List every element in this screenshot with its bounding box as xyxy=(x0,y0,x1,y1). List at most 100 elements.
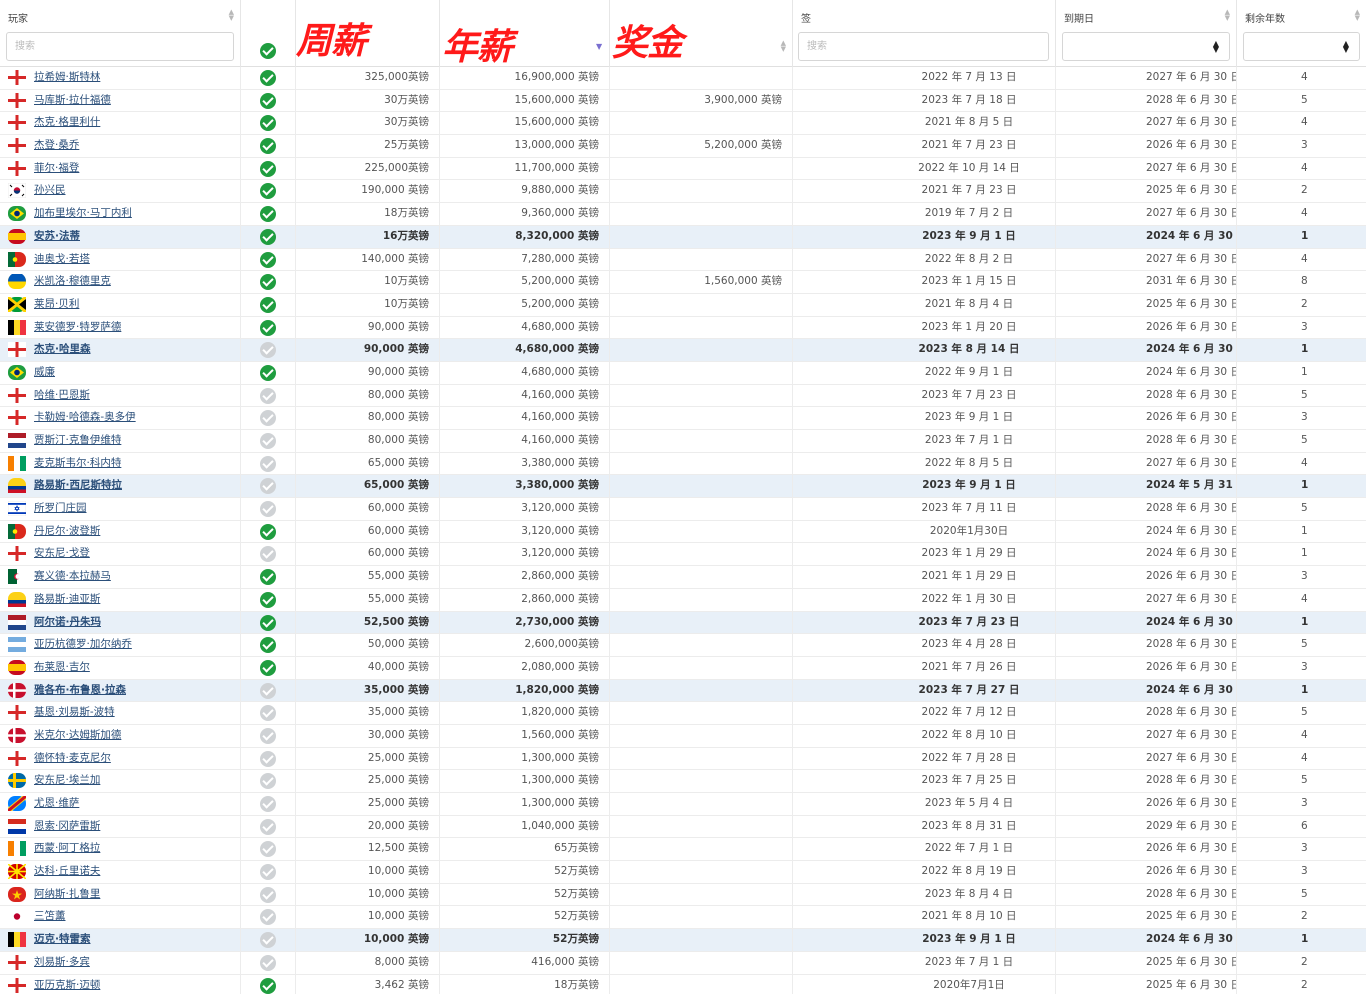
cell-player: 菲尔·福登 xyxy=(0,157,241,180)
player-link[interactable]: 安东尼·埃兰加 xyxy=(34,774,100,786)
player-link[interactable]: 杰登·桑乔 xyxy=(34,139,79,151)
cell-years-left: 5 xyxy=(1301,774,1308,787)
player-link[interactable]: 所罗门庄园 xyxy=(34,502,87,514)
cell-signed: 2021 年 7 月 26 日 xyxy=(793,656,1056,679)
column-signed-label: 签 xyxy=(801,14,811,25)
player-link[interactable]: 贾斯汀·克鲁伊维特 xyxy=(34,434,121,446)
cell-expires: 2025 年 6 月 30 日 xyxy=(1056,951,1237,974)
player-link[interactable]: 迈克·特雷索 xyxy=(34,933,91,945)
cell-player: 刘易斯·多宾 xyxy=(0,951,241,974)
player-link[interactable]: 雅各布·布鲁恩·拉森 xyxy=(34,684,126,696)
table-row: 恩索·冈萨雷斯 20,000 英镑 1,040,000 英镑 2023 年 8 月 3… xyxy=(0,815,1366,839)
cell-years-left: 5 xyxy=(1301,638,1308,651)
player-link[interactable]: 德怀特·麦克尼尔 xyxy=(34,752,111,764)
cell-weekly-wage: 30,000 英镑 xyxy=(296,724,440,747)
cell-active xyxy=(241,588,296,611)
player-link[interactable]: 莱安德罗·特罗萨德 xyxy=(34,321,121,333)
signed-search-input[interactable] xyxy=(799,33,1048,60)
cell-annual-wage: 2,080,000 英镑 xyxy=(440,656,610,679)
player-search-input[interactable] xyxy=(7,33,233,60)
expires-select[interactable]: ▲ ▼ xyxy=(1062,32,1230,61)
cell-bonus xyxy=(610,180,793,203)
player-link[interactable]: 达科·丘里诺夫 xyxy=(34,865,100,877)
cell-active xyxy=(241,793,296,815)
player-link[interactable]: 杰克·哈里森 xyxy=(34,343,91,355)
player-link[interactable]: 亚历杭德罗·加尔纳乔 xyxy=(34,638,132,650)
player-link[interactable]: 安苏·法蒂 xyxy=(34,230,80,242)
player-link[interactable]: 阿尔诺·丹朱玛 xyxy=(34,616,101,628)
cell-weekly-wage: 40,000 英镑 xyxy=(296,656,440,679)
cell-signed: 2023 年 9 月 1 日 xyxy=(793,475,1056,498)
cell-bonus xyxy=(610,316,793,339)
check-filter-icon[interactable] xyxy=(260,43,276,59)
player-link[interactable]: 卡勒姆·哈德森-奥多伊 xyxy=(34,411,136,423)
years-left-select[interactable]: ▲ ▼ xyxy=(1243,32,1360,61)
player-link[interactable]: 恩索·冈萨雷斯 xyxy=(34,820,100,832)
player-link[interactable]: 麦克斯韦尔·科内特 xyxy=(34,457,121,469)
sort-icon[interactable]: ▲ ▼ xyxy=(229,9,234,22)
player-link[interactable]: 路易斯·西尼斯特拉 xyxy=(34,479,122,491)
player-link[interactable]: 杰克·格里利什 xyxy=(34,116,100,128)
cell-weekly-wage: 10,000 英镑 xyxy=(296,906,440,929)
cell-expires: 2028 年 6 月 30 日 xyxy=(1056,634,1237,656)
player-link[interactable]: 加布里埃尔·马丁内利 xyxy=(34,207,132,219)
player-link[interactable]: 三笘薰 xyxy=(34,910,66,922)
player-link[interactable]: 安东尼·戈登 xyxy=(34,547,90,559)
player-link[interactable]: 丹尼尔·波登斯 xyxy=(34,525,100,537)
cell-years-left: 5 xyxy=(1301,502,1308,515)
player-link[interactable]: 亚历克斯·迈顿 xyxy=(34,979,100,991)
cell-years-left: 5 xyxy=(1301,706,1308,719)
sort-icon[interactable]: ▲ ▼ xyxy=(781,40,786,53)
cell-expires: 2028 年 6 月 30 日 xyxy=(1056,770,1237,792)
check-circle-icon xyxy=(260,523,276,540)
player-link[interactable]: 路易斯·迪亚斯 xyxy=(34,593,100,605)
cell-signed: 2023 年 7 月 1 日 xyxy=(793,430,1056,452)
player-link[interactable]: 拉希姆·斯特林 xyxy=(34,71,100,83)
cell-annual-wage: 15,600,000 英镑 xyxy=(440,112,610,135)
player-link[interactable]: 莱昂·贝利 xyxy=(34,298,79,310)
cell-years-left: 4 xyxy=(1301,592,1308,605)
cell-expires: 2029 年 6 月 30 日 xyxy=(1056,815,1237,838)
cell-years-left: 4 xyxy=(1301,728,1308,741)
player-link[interactable]: 尤恩·维萨 xyxy=(34,797,79,809)
cell-active xyxy=(241,475,296,498)
table-row: 刘易斯·多宾 8,000 英镑 416,000 英镑 2023 年 7 月 1 日 20… xyxy=(0,951,1366,975)
sort-desc-icon[interactable]: ▼ xyxy=(596,42,602,51)
player-link[interactable]: 刘易斯·多宾 xyxy=(34,956,90,968)
cell-player: 亚历克斯·迈顿 xyxy=(0,974,241,994)
cell-expires: 2026 年 6 月 30 日 xyxy=(1056,135,1237,157)
check-circle-icon xyxy=(260,932,276,949)
player-link[interactable]: 迪奥戈·若塔 xyxy=(34,253,90,265)
cell-bonus xyxy=(610,861,793,883)
cell-annual-wage: 5,200,000 英镑 xyxy=(440,271,610,293)
sort-icon[interactable]: ▲ ▼ xyxy=(1225,9,1230,22)
player-link[interactable]: 米凯洛·穆德里克 xyxy=(34,275,111,287)
cell-annual-wage: 1,300,000 英镑 xyxy=(440,747,610,770)
cell-years-left: 3 xyxy=(1301,411,1308,424)
cell-signed: 2019 年 7 月 2 日 xyxy=(793,203,1056,225)
cell-active xyxy=(241,67,296,89)
player-link[interactable]: 哈维·巴恩斯 xyxy=(34,389,90,401)
cell-expires: 2031 年 6 月 30 日 xyxy=(1056,271,1237,293)
player-link[interactable]: 米克尔·达姆斯加德 xyxy=(34,729,121,741)
player-link[interactable]: 菲尔·福登 xyxy=(34,162,79,174)
sort-icon[interactable]: ▲ ▼ xyxy=(1355,9,1360,22)
cell-signed: 2022 年 7 月 28 日 xyxy=(793,747,1056,770)
cell-years-left: 5 xyxy=(1301,93,1308,106)
player-link[interactable]: 孙兴民 xyxy=(34,184,66,196)
player-link[interactable]: 阿纳斯·扎鲁里 xyxy=(34,888,100,900)
cell-years-left: 2 xyxy=(1301,978,1308,991)
jamaica-flag-icon xyxy=(7,295,27,314)
player-link[interactable]: 威廉 xyxy=(34,366,55,378)
table-row: 阿尔诺·丹朱玛 52,500 英镑 2,730,000 英镑 2023 年 7 月 2… xyxy=(0,611,1366,635)
player-link[interactable]: 布莱恩·吉尔 xyxy=(34,661,90,673)
cell-expires: 2026 年 6 月 30 日 xyxy=(1056,793,1237,815)
cell-expires: 2027 年 6 月 30 日 xyxy=(1056,724,1237,747)
player-link[interactable]: 基恩·刘易斯-波特 xyxy=(34,706,115,718)
cell-annual-wage: 4,680,000 英镑 xyxy=(440,316,610,339)
player-link[interactable]: 赛义德·本拉赫马 xyxy=(34,570,111,582)
cell-annual-wage: 1,560,000 英镑 xyxy=(440,724,610,747)
cell-annual-wage: 9,880,000 英镑 xyxy=(440,180,610,203)
player-link[interactable]: 马库斯·拉什福德 xyxy=(34,94,111,106)
player-link[interactable]: 西蒙·阿丁格拉 xyxy=(34,842,100,854)
